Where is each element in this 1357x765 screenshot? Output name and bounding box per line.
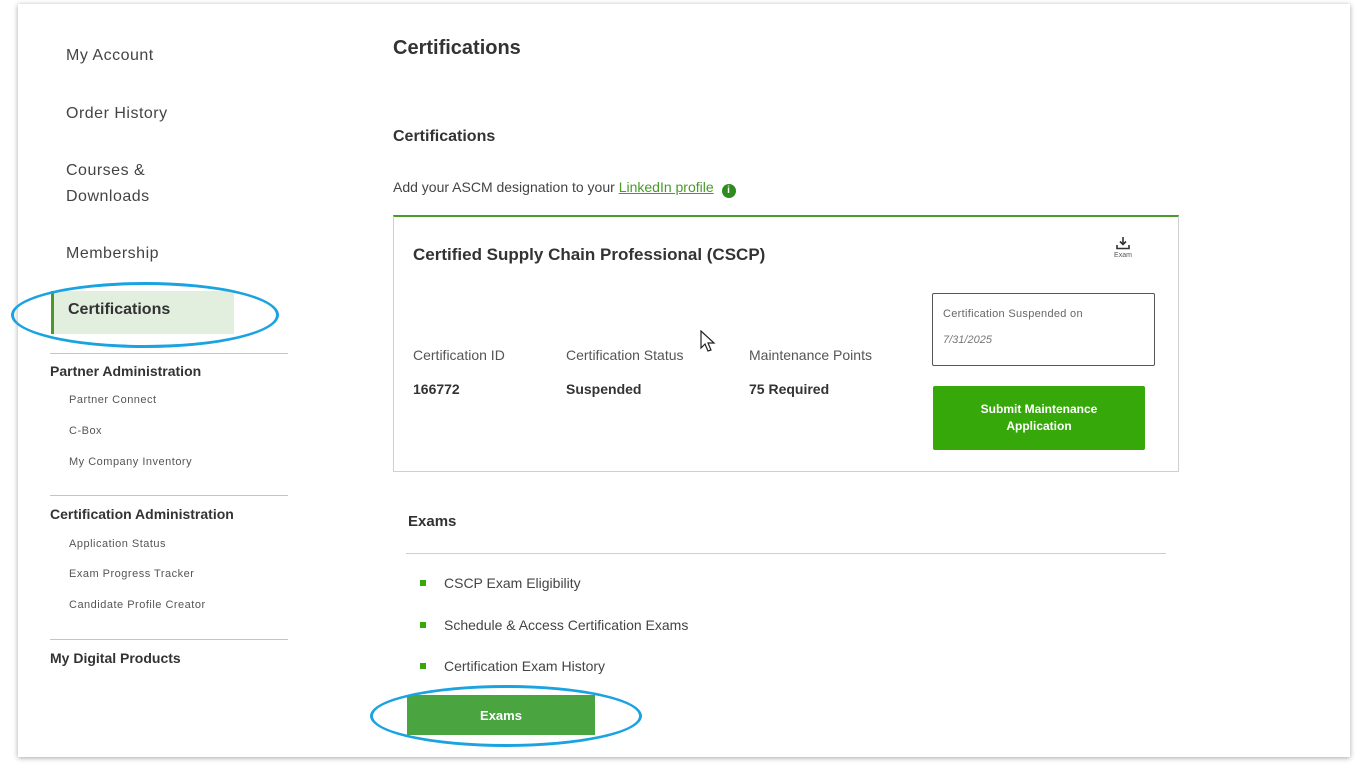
exams-button[interactable]: Exams [407, 695, 595, 735]
sidebar-divider [50, 495, 288, 496]
sidebar-item-my-digital-products[interactable]: My Digital Products [50, 650, 181, 666]
maintenance-points-label: Maintenance Points [749, 347, 872, 363]
certification-status-value: Suspended [566, 381, 642, 397]
exams-button-label: Exams [480, 707, 522, 723]
sidebar-item-application-status[interactable]: Application Status [69, 538, 166, 550]
suspension-box [932, 293, 1155, 366]
cert-admin-heading: Certification Administration [50, 506, 234, 522]
maintenance-points-value: 75 Required [749, 381, 830, 397]
suspension-label: Certification Suspended on [943, 308, 1083, 320]
certification-status-label: Certification Status [566, 347, 684, 363]
exam-list-item[interactable]: Schedule & Access Certification Exams [420, 617, 688, 633]
download-exam-label: Exam [1114, 252, 1132, 259]
sidebar-item-candidate-profile-creator[interactable]: Candidate Profile Creator [69, 599, 206, 611]
sidebar-divider [50, 353, 288, 354]
exam-item-label: Certification Exam History [444, 658, 606, 674]
certification-id-label: Certification ID [413, 347, 505, 363]
linkedin-intro: Add your ASCM designation to your Linked… [393, 179, 736, 198]
submit-maintenance-button[interactable]: Submit Maintenance Application [933, 386, 1145, 450]
sidebar-item-partner-connect[interactable]: Partner Connect [69, 394, 157, 406]
mouse-cursor-icon [700, 330, 716, 352]
sidebar-item-exam-progress-tracker[interactable]: Exam Progress Tracker [69, 568, 194, 580]
bullet-icon [420, 580, 426, 586]
sidebar-item-my-account[interactable]: My Account [66, 43, 154, 69]
certification-id-value: 166772 [413, 381, 460, 397]
sidebar-item-courses-downloads[interactable]: Courses & Downloads [66, 158, 150, 210]
exam-item-label: Schedule & Access Certification Exams [444, 617, 689, 633]
exams-divider [406, 553, 1166, 554]
sidebar-item-membership[interactable]: Membership [66, 241, 159, 267]
sidebar-item-c-box[interactable]: C-Box [69, 425, 102, 437]
sidebar-item-certifications-label: Certifications [68, 301, 171, 318]
partner-admin-heading: Partner Administration [50, 363, 202, 379]
exams-heading: Exams [408, 513, 457, 530]
sidebar-divider [50, 639, 288, 640]
certification-title: Certified Supply Chain Professional (CSC… [413, 245, 766, 264]
exam-list-item[interactable]: Certification Exam History [420, 658, 605, 674]
suspension-date: 7/31/2025 [943, 334, 992, 346]
page-title: Certifications [393, 37, 521, 59]
submit-maintenance-label: Submit Maintenance Application [980, 402, 1098, 433]
bullet-icon [420, 663, 426, 669]
exam-list-item[interactable]: CSCP Exam Eligibility [420, 575, 581, 591]
linkedin-profile-link[interactable]: LinkedIn profile [619, 179, 714, 195]
exam-item-label: CSCP Exam Eligibility [444, 575, 581, 591]
intro-text: Add your ASCM designation to your [393, 179, 619, 195]
info-icon[interactable]: i [721, 184, 736, 198]
sidebar-item-order-history[interactable]: Order History [66, 101, 168, 127]
sidebar-item-my-company-inventory[interactable]: My Company Inventory [69, 456, 192, 468]
section-title: Certifications [393, 128, 496, 145]
bullet-icon [420, 622, 426, 628]
